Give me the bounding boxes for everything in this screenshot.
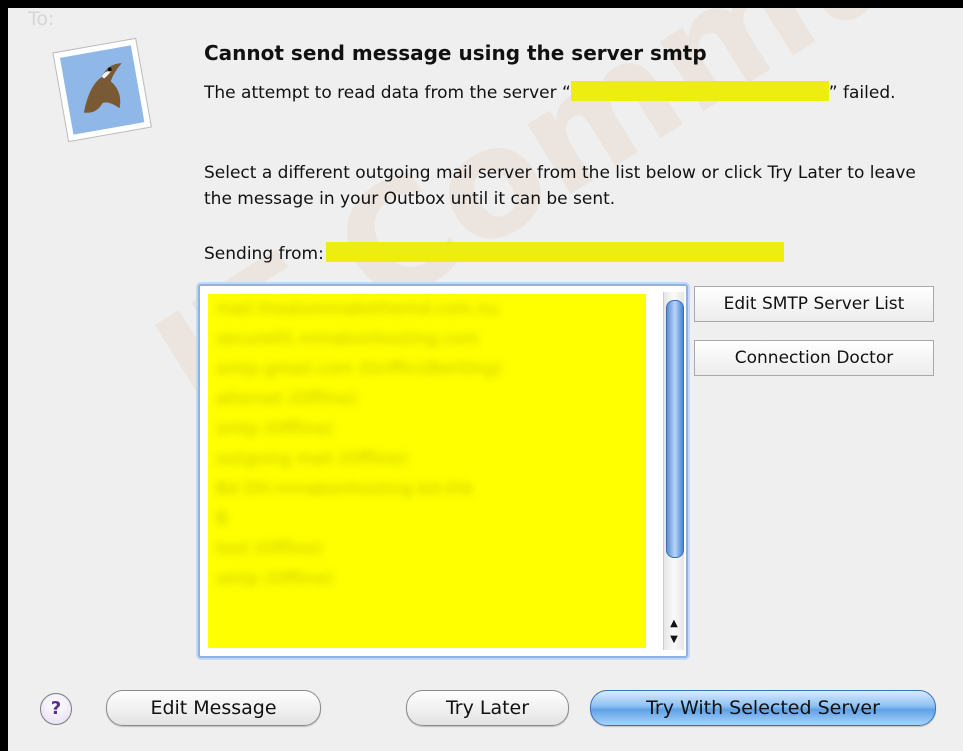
list-item[interactable]: test (Offline) [208, 534, 646, 564]
sending-from-label: Sending from: [204, 244, 324, 264]
redacted-server-name [570, 81, 829, 101]
edit-smtp-server-list-button[interactable]: Edit SMTP Server List [694, 286, 934, 322]
error-message-part1: The attempt to read data from the server… [204, 83, 571, 103]
list-item[interactable]: secure01.nnnabonhosting.com [208, 324, 646, 354]
connection-doctor-button[interactable]: Connection Doctor [694, 340, 934, 376]
error-message-part2: ” failed. [828, 83, 896, 103]
sending-from-row: Sending from: [204, 242, 784, 264]
list-item[interactable]: Bd DH.nnnabonhosting.bd.thb [208, 474, 646, 504]
list-item[interactable]: smtp.gmail.com (Griffin1Bertling) [208, 354, 646, 384]
help-icon[interactable]: ? [40, 693, 72, 725]
smtp-server-list[interactable]: mail.thealummakethemd.com.nu secure01.nnn… [198, 284, 688, 658]
scrollbar-thumb[interactable] [666, 300, 684, 558]
list-item[interactable]: smtp (Offline) [208, 564, 646, 594]
list-item[interactable]: outgoing mail (Offline) [208, 444, 646, 474]
list-item[interactable]: smtp (Offline) [208, 414, 646, 444]
background-header-text: To: [28, 8, 55, 30]
instruction-text: Select a different outgoing mail server … [204, 163, 916, 209]
dialog-title: Cannot send message using the server smt… [204, 41, 707, 65]
try-later-button[interactable]: Try Later [406, 690, 569, 726]
scroll-down-arrow-icon[interactable]: ▼ [664, 632, 684, 648]
redacted-sending-address [325, 242, 784, 262]
mail-stamp-icon [50, 31, 154, 147]
smtp-server-list-items: mail.thealummakethemd.com.nu secure01.nnn… [208, 294, 646, 648]
list-scrollbar[interactable]: ▲ ▼ [663, 292, 684, 650]
list-item[interactable]: B [208, 504, 646, 534]
error-message: The attempt to read data from the server… [204, 80, 934, 106]
scroll-up-arrow-icon[interactable]: ▲ [664, 616, 684, 632]
try-with-selected-server-button[interactable]: Try With Selected Server [590, 690, 936, 726]
edit-message-button[interactable]: Edit Message [106, 690, 321, 726]
list-item[interactable]: alternet (Offline) [208, 384, 646, 414]
list-item[interactable]: mail.thealummakethemd.com.nu [208, 294, 646, 324]
alert-dialog: To: IT Communicatio Cannot send message … [8, 8, 963, 751]
